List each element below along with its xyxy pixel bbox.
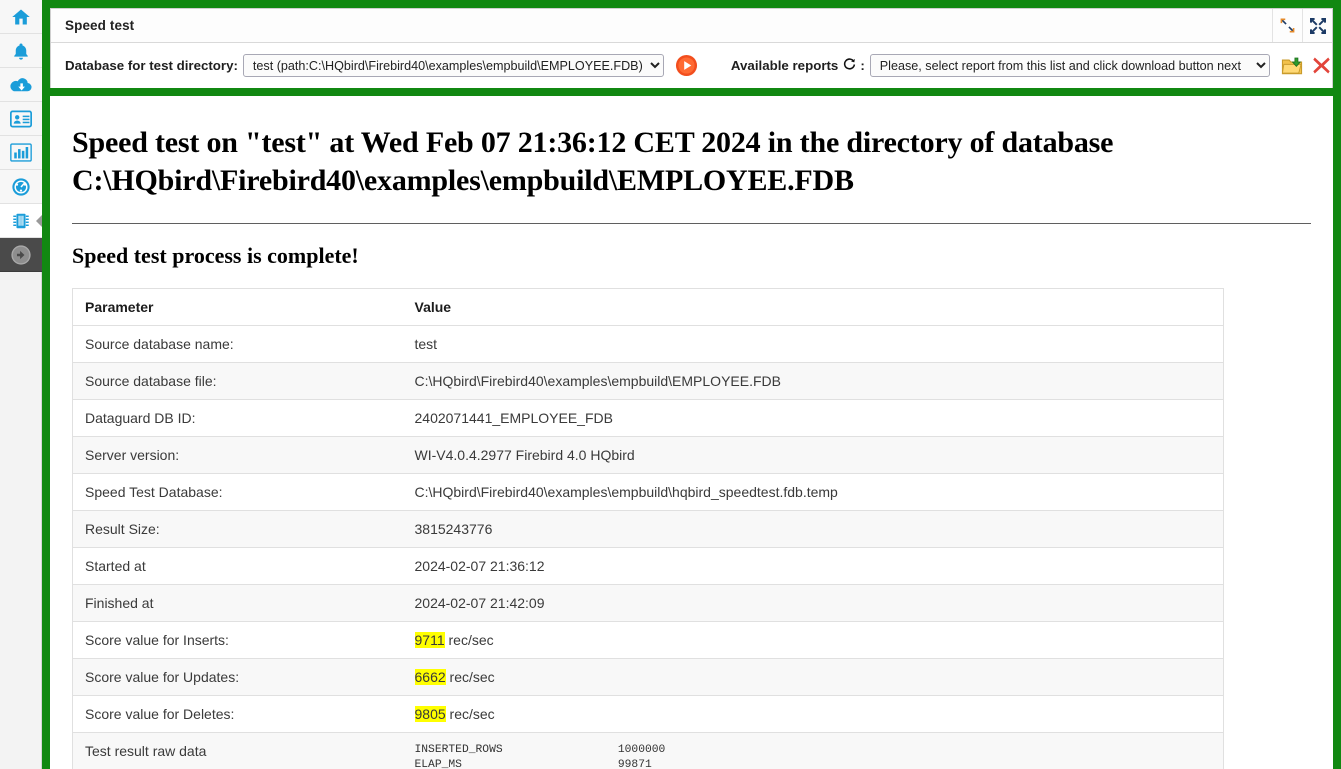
table-body: Source database name: test Source database… [72,324,1224,769]
window-header-panel: Speed test Database for test directory: [50,8,1333,88]
window-controls [1272,9,1332,42]
title-divider [72,222,1311,224]
sidebar-item-logout[interactable] [0,238,42,272]
table-row: Result Size: 3815243776 [72,509,1224,548]
play-circle-icon[interactable] [675,54,698,78]
table-row: Source database name: test [72,324,1224,363]
cell-value: INSERTED_ROWS 1000000 ELAP_MS 99871 [402,731,1224,769]
table-row: Started at 2024-02-07 21:36:12 [72,546,1224,585]
table-row: Test result raw data INSERTED_ROWS 100000… [72,731,1224,769]
cell-parameter: Finished at [72,583,403,622]
table-row: Speed Test Database: C:\HQbird\Firebird40… [72,472,1224,511]
cell-parameter: Dataguard DB ID: [72,398,403,437]
red-cross-icon[interactable] [1310,54,1334,78]
cloud-download-icon [10,76,32,94]
cell-value: C:\HQbird\Firebird40\examples\empbuild\E… [402,361,1224,400]
cell-value: 3815243776 [402,509,1224,548]
database-select[interactable]: test (path:C:\HQbird\Firebird40\examples… [242,54,664,77]
expand-arrows-icon[interactable] [1302,9,1332,42]
window-title-bar: Speed test [51,9,1332,43]
reports-label: Available reports [730,58,839,73]
collapse-arrows-icon[interactable] [1272,9,1302,42]
cell-parameter: Source database file: [72,361,403,400]
table-row: Finished at 2024-02-07 21:42:09 [72,583,1224,622]
cell-value: test [402,324,1224,363]
cell-value: C:\HQbird\Firebird40\examples\empbuild\h… [402,472,1224,511]
score-unit: rec/sec [444,631,494,648]
sidebar-item-registration[interactable] [0,102,42,136]
cell-parameter: Score value for Deletes: [72,694,403,733]
available-reports-group: Available reports : Please, select repor… [731,54,1334,78]
table-row: Dataguard DB ID: 2402071441_EMPLOYEE_FDB [72,398,1224,437]
sidebar-item-performance[interactable] [0,170,42,204]
reports-colon: : [860,58,865,73]
table-row: Score value for Inserts: 9711 rec/sec [72,620,1224,659]
cell-value: 6662 rec/sec [402,657,1224,696]
table-row: Score value for Updates: 6662 rec/sec [72,657,1224,696]
home-icon [11,7,31,27]
cell-value: WI-V4.0.4.2977 Firebird 4.0 HQbird [402,435,1224,474]
highlighted-score: 9805 [414,705,446,722]
cell-parameter: Test result raw data [72,731,403,769]
cell-parameter: Source database name: [72,324,403,363]
bar-chart-icon [10,143,32,162]
toolbar: Database for test directory: test (path:… [51,43,1332,88]
score-unit: rec/sec [445,668,495,685]
table-row: Server version: WI-V4.0.4.2977 Firebird 4… [72,435,1224,474]
page-title: Speed test on "test" at Wed Feb 07 21:36… [72,126,1114,198]
highlighted-score: 9711 [414,631,445,648]
cell-parameter: Score value for Updates: [72,657,403,696]
cell-parameter: Score value for Inserts: [72,620,403,659]
cell-parameter: Speed Test Database: [72,472,403,511]
cell-value: 9805 rec/sec [402,694,1224,733]
cell-parameter: Server version: [72,435,403,474]
cell-parameter: Result Size: [72,509,403,548]
speed-test-results-table: Parameter Value Source database name: tes… [72,287,1224,769]
column-header-parameter: Parameter [72,287,403,326]
refresh-icon[interactable] [843,57,856,74]
report-select[interactable]: Please, select report from this list and… [869,54,1270,77]
table-row: Score value for Deletes: 9805 rec/sec [72,694,1224,733]
score-unit: rec/sec [445,705,495,722]
sidebar-item-speed-test[interactable] [0,204,43,238]
download-folder-icon[interactable] [1280,54,1304,78]
table-row: Source database file: C:\HQbird\Firebird4… [72,361,1224,400]
left-sidebar [0,0,43,769]
gauge-icon [10,177,32,197]
status-heading: Speed test process is complete! [72,242,359,268]
chip-icon [11,211,31,231]
cell-value: 2402071441_EMPLOYEE_FDB [402,398,1224,437]
sidebar-item-backup[interactable] [0,68,42,102]
db-label: Database for test directory: [65,58,238,73]
sidebar-item-home[interactable] [0,0,42,34]
cell-value: 2024-02-07 21:36:12 [402,546,1224,585]
id-card-icon [10,110,32,128]
table-header-row: Parameter Value [72,287,1224,326]
highlighted-score: 6662 [414,668,446,685]
raw-data-block: INSERTED_ROWS 1000000 ELAP_MS 99871 [414,743,666,769]
cell-parameter: Started at [72,546,403,585]
arrow-right-circle-icon [10,244,32,266]
cell-value: 9711 rec/sec [402,620,1224,659]
report-content: Speed test on "test" at Wed Feb 07 21:36… [50,96,1333,769]
cell-value: 2024-02-07 21:42:09 [402,583,1224,622]
column-header-value: Value [402,287,1224,326]
bell-icon [12,41,30,61]
sidebar-item-alerts[interactable] [0,34,42,68]
sidebar-item-statistics[interactable] [0,136,42,170]
window-title: Speed test [65,18,135,33]
